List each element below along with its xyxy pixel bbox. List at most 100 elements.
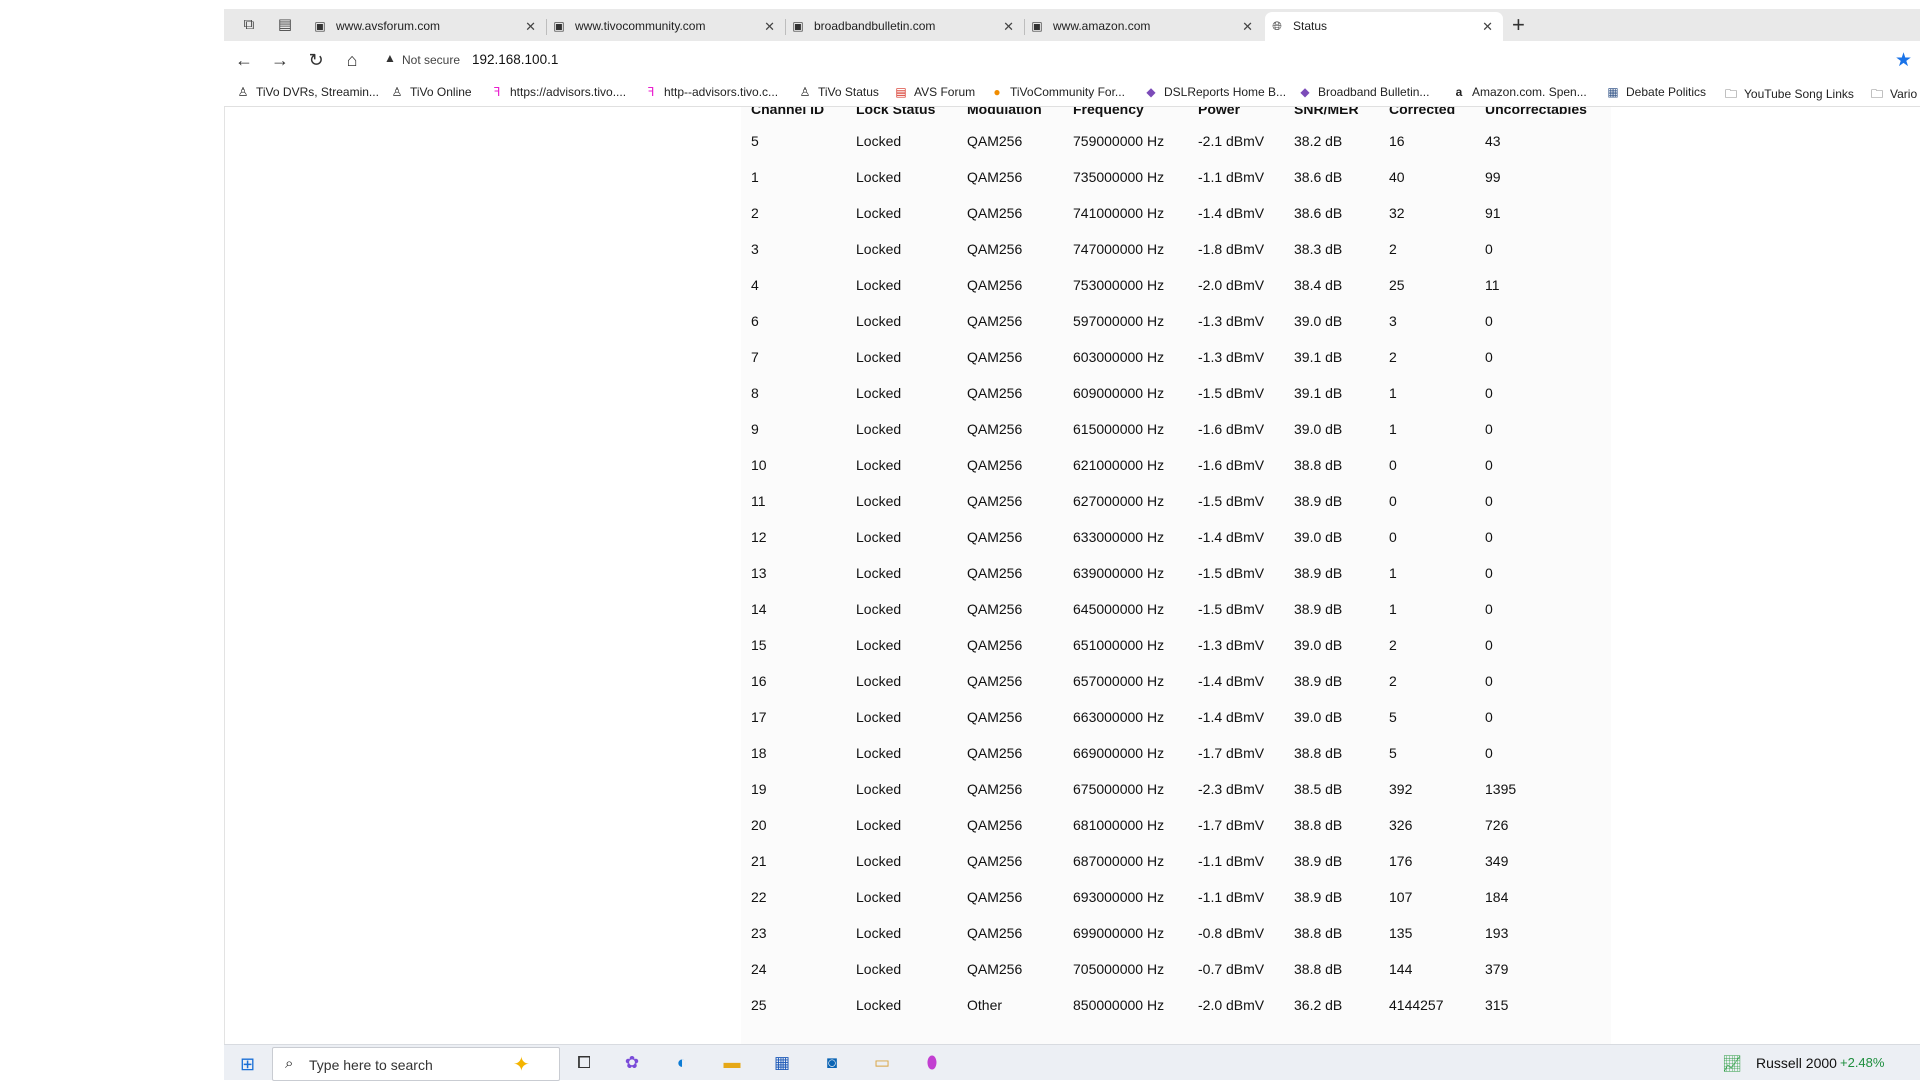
cell-snr-mer: 36.2 dB bbox=[1294, 997, 1343, 1013]
cell-power: -1.5 dBmV bbox=[1198, 601, 1265, 617]
back-icon[interactable]: ← bbox=[232, 49, 256, 71]
cell-snr-mer: 38.9 dB bbox=[1294, 493, 1343, 509]
cell-lock-status: Locked bbox=[856, 961, 902, 977]
close-icon[interactable]: ✕ bbox=[1482, 12, 1493, 41]
cell-modulation: QAM256 bbox=[967, 781, 1023, 797]
bookmark-item[interactable]: ꟻ https://advisors.tivo.... bbox=[490, 85, 627, 99]
warning-icon[interactable]: ▲ bbox=[384, 51, 396, 65]
cell-corrected: 5 bbox=[1389, 709, 1397, 725]
tab-amazon[interactable]: ▣ www.amazon.com ✕ bbox=[1025, 12, 1263, 41]
cell-uncorrectables: 349 bbox=[1485, 853, 1509, 869]
header-channel-id: Channel ID bbox=[751, 107, 825, 117]
bookmark-item[interactable]: ♙ TiVo Online bbox=[390, 85, 472, 99]
tivo-icon: ♙ bbox=[237, 85, 249, 99]
tab-broadbandbulletin[interactable]: ▣ broadbandbulletin.com ✕ bbox=[786, 12, 1025, 41]
cell-frequency: 639000000 Hz bbox=[1073, 565, 1165, 581]
forward-icon[interactable]: → bbox=[268, 49, 292, 71]
close-icon[interactable]: ✕ bbox=[1003, 12, 1014, 41]
cell-corrected: 0 bbox=[1389, 493, 1397, 509]
vertical-tabs-icon[interactable]: ▤ bbox=[274, 15, 296, 35]
folder-app-icon[interactable]: ▭ bbox=[870, 1052, 894, 1074]
address-bar[interactable]: ▲ Not secure 192.168.100.1 ★ bbox=[372, 46, 1912, 74]
close-icon[interactable]: ✕ bbox=[1242, 12, 1253, 41]
cell-modulation: QAM256 bbox=[967, 817, 1023, 833]
cell-uncorrectables: 91 bbox=[1485, 205, 1501, 221]
cell-snr-mer: 38.8 dB bbox=[1294, 817, 1343, 833]
stock-chart-icon[interactable]: 📈︎ bbox=[1722, 1054, 1742, 1074]
tab-avsforum[interactable]: ▣ www.avsforum.com ✕ bbox=[308, 12, 547, 41]
tab-status[interactable]: 🌐︎ Status ✕ bbox=[1265, 12, 1503, 41]
bookmark-item[interactable]: ꟻ http--advisors.tivo.c... bbox=[644, 85, 779, 99]
table-row: 22 Locked QAM256 693000000 Hz -1.1 dBmV 38.9 … bbox=[741, 879, 1605, 915]
bookmark-label: DSLReports Home B... bbox=[1164, 85, 1287, 99]
stock-name[interactable]: Russell 2000 bbox=[1756, 1055, 1837, 1071]
cell-snr-mer: 39.0 dB bbox=[1294, 313, 1343, 329]
home-icon[interactable]: ⌂ bbox=[340, 49, 364, 71]
bookmark-item[interactable]: ● TiVoCommunity For... bbox=[990, 85, 1125, 99]
folder-icon: 🗀︎ bbox=[1870, 87, 1883, 101]
bookmark-folder[interactable]: 🗀︎ Vario bbox=[1870, 85, 1917, 106]
maps-pin-icon[interactable]: ⬮ bbox=[920, 1052, 944, 1074]
cell-power: -1.3 dBmV bbox=[1198, 349, 1265, 365]
bookmark-item[interactable]: a Amazon.com. Spen... bbox=[1452, 85, 1587, 99]
microsoft-store-icon[interactable]: ▦ bbox=[770, 1052, 794, 1074]
cell-power: -2.1 dBmV bbox=[1198, 133, 1265, 149]
cell-frequency: 633000000 Hz bbox=[1073, 529, 1165, 545]
security-label[interactable]: Not secure bbox=[402, 53, 460, 67]
url-text[interactable]: 192.168.100.1 bbox=[472, 52, 558, 67]
toolbar: ← → ↻ ⌂ ▲ Not secure 192.168.100.1 ★ bbox=[224, 41, 1920, 79]
cell-channel-id: 21 bbox=[751, 853, 767, 869]
table-row: 1 Locked QAM256 735000000 Hz -1.1 dBmV 38.6 d… bbox=[741, 159, 1605, 195]
cell-lock-status: Locked bbox=[856, 133, 902, 149]
bookmark-item[interactable]: ♙ TiVo DVRs, Streamin... bbox=[236, 85, 379, 99]
cell-uncorrectables: 99 bbox=[1485, 169, 1501, 185]
cell-modulation: QAM256 bbox=[967, 961, 1023, 977]
cell-snr-mer: 38.5 dB bbox=[1294, 781, 1343, 797]
bookmark-item[interactable]: ▦ Debate Politics bbox=[1606, 85, 1706, 99]
close-icon[interactable]: ✕ bbox=[525, 12, 536, 41]
edge-icon[interactable]: ◐ bbox=[670, 1052, 694, 1074]
favorite-star-icon[interactable]: ★ bbox=[1895, 49, 1912, 72]
cell-lock-status: Locked bbox=[856, 709, 902, 725]
taskbar-search-input[interactable]: ⌕ Type here to search ✦ bbox=[272, 1047, 560, 1081]
cell-frequency: 675000000 Hz bbox=[1073, 781, 1165, 797]
refresh-icon[interactable]: ↻ bbox=[304, 49, 328, 71]
cell-lock-status: Locked bbox=[856, 421, 902, 437]
outlook-icon[interactable]: ◙ bbox=[820, 1052, 844, 1074]
bookmark-item[interactable]: ▤ AVS Forum bbox=[894, 85, 975, 99]
stock-change[interactable]: +2.48% bbox=[1840, 1055, 1884, 1070]
table-header-row: Channel ID Lock Status Modulation Freque… bbox=[741, 107, 1605, 123]
table-row: 23 Locked QAM256 699000000 Hz -0.8 dBmV 38.8 … bbox=[741, 915, 1605, 951]
cell-corrected: 2 bbox=[1389, 637, 1397, 653]
cell-uncorrectables: 193 bbox=[1485, 925, 1509, 941]
bookmark-label: TiVoCommunity For... bbox=[1010, 85, 1125, 99]
broadband-bulletin-icon: ◆ bbox=[1300, 85, 1310, 99]
cell-power: -0.7 dBmV bbox=[1198, 961, 1265, 977]
cell-lock-status: Locked bbox=[856, 853, 902, 869]
windows-start-icon[interactable]: ⊞ bbox=[240, 1054, 255, 1075]
bookmark-item[interactable]: ◆ Broadband Bulletin... bbox=[1298, 85, 1429, 99]
cell-channel-id: 18 bbox=[751, 745, 767, 761]
cell-corrected: 1 bbox=[1389, 385, 1397, 401]
cell-channel-id: 12 bbox=[751, 529, 767, 545]
debate-politics-icon: ▦ bbox=[1607, 85, 1619, 99]
file-explorer-icon[interactable]: ▬ bbox=[720, 1052, 744, 1074]
tab-tivocommunity[interactable]: ▣ www.tivocommunity.com ✕ bbox=[547, 12, 786, 41]
bookmark-item[interactable]: ◆ DSLReports Home B... bbox=[1144, 85, 1286, 99]
table-row: 19 Locked QAM256 675000000 Hz -2.3 dBmV 38.5 … bbox=[741, 771, 1605, 807]
cell-corrected: 4144257 bbox=[1389, 997, 1444, 1013]
bookmark-label: http--advisors.tivo.c... bbox=[664, 85, 779, 99]
cell-lock-status: Locked bbox=[856, 169, 902, 185]
new-tab-button[interactable]: + bbox=[1512, 13, 1525, 37]
copilot-icon[interactable]: ✿ bbox=[620, 1052, 644, 1074]
close-icon[interactable]: ✕ bbox=[764, 12, 775, 41]
task-view-icon[interactable]: ⧠ bbox=[572, 1052, 596, 1074]
bookmark-folder[interactable]: 🗀︎ YouTube Song Links bbox=[1724, 85, 1854, 106]
page-content: Channel ID Lock Status Modulation Freque… bbox=[224, 107, 1920, 1053]
table-row: 6 Locked QAM256 597000000 Hz -1.3 dBmV 39.0 d… bbox=[741, 303, 1605, 339]
cell-snr-mer: 38.6 dB bbox=[1294, 169, 1343, 185]
workspaces-icon[interactable]: ⧉ bbox=[238, 15, 260, 35]
cell-channel-id: 17 bbox=[751, 709, 767, 725]
cell-power: -0.8 dBmV bbox=[1198, 925, 1265, 941]
bookmark-item[interactable]: ♙ TiVo Status bbox=[798, 85, 879, 99]
